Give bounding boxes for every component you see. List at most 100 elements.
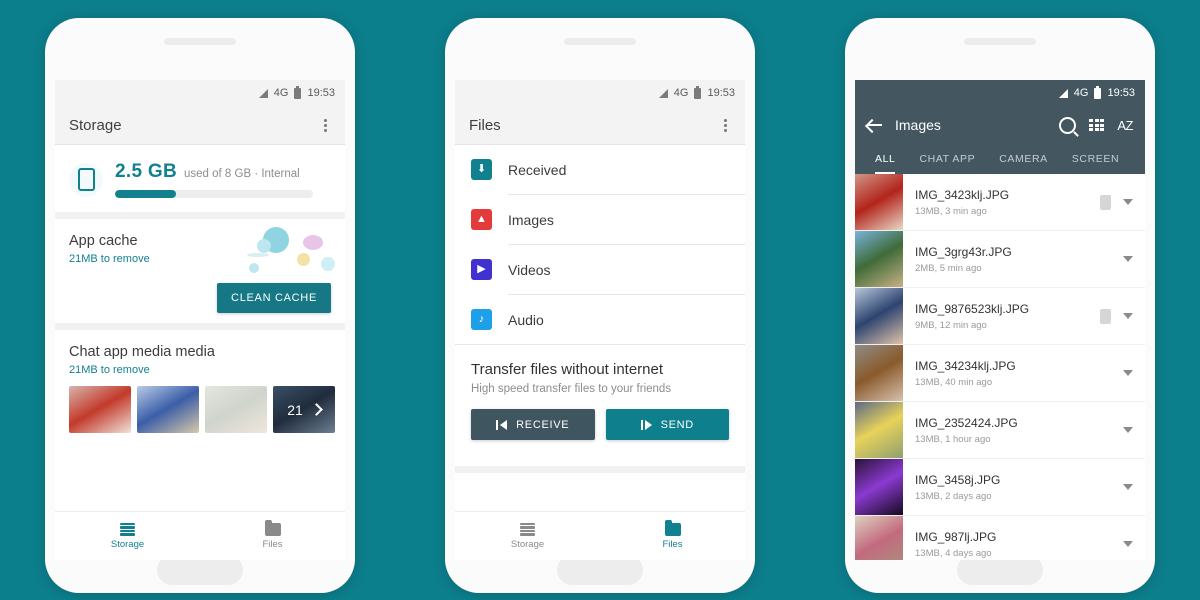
nav-label: Files (662, 538, 683, 550)
bottom-navigation: Storage Files (455, 511, 745, 560)
image-file-meta: 13MB, 3 min ago (915, 205, 987, 217)
image-thumbnail[interactable] (855, 288, 903, 344)
list-icon (520, 522, 535, 536)
chevron-down-icon[interactable] (1123, 427, 1133, 433)
storage-summary-card: 2.5 GB used of 8 GB · Internal (55, 145, 345, 212)
more-media-count: 21 (287, 401, 303, 418)
nav-label: Storage (110, 538, 145, 550)
thumb-hands-white[interactable] (205, 386, 267, 433)
image-list-row[interactable]: IMG_3grg43r.JPG 2MB, 5 min ago (855, 231, 1145, 288)
battery-icon (1094, 85, 1102, 99)
nav-item-files[interactable]: Files (600, 512, 745, 560)
section-divider (55, 212, 345, 219)
phone3-screen: 4G 19:53 Images AZ ALL CHAT APP CAMERA SCRE… (855, 80, 1145, 560)
app-bar: Files (455, 106, 745, 144)
image-file-meta: 9MB, 12 min ago (915, 319, 987, 331)
network-label: 4G (1073, 87, 1089, 99)
tab-all[interactable]: ALL (863, 144, 907, 174)
phone-speaker (564, 38, 636, 45)
storage-row: 2.5 GB used of 8 GB · Internal (55, 145, 345, 212)
image-file-name: IMG_987lj.JPG (915, 529, 997, 544)
nav-item-storage[interactable]: Storage (55, 512, 200, 560)
grid-view-icon[interactable] (1089, 119, 1105, 131)
receive-button[interactable]: RECEIVE (471, 409, 595, 440)
image-meta: IMG_3grg43r.JPG 2MB, 5 min ago (903, 245, 1123, 274)
chat-media-title: Chat app media media (69, 344, 215, 360)
page-title: Storage (69, 116, 122, 134)
app-bar: Storage (55, 106, 345, 144)
overflow-menu-icon[interactable] (320, 115, 331, 136)
chevron-down-icon[interactable] (1123, 199, 1133, 205)
more-media-overlay: 21 (273, 386, 335, 433)
image-list-row[interactable]: IMG_987lj.JPG 13MB, 4 days ago (855, 516, 1145, 560)
image-thumbnail[interactable] (855, 402, 903, 458)
chat-media-thumb-strip: 21 (69, 386, 335, 433)
image-thumbnail[interactable] (855, 516, 903, 560)
page-title: Images (895, 117, 941, 133)
image-meta: IMG_34234klj.JPG 13MB, 40 min ago (903, 359, 1123, 388)
file-category-label: Images (508, 211, 554, 228)
signal-icon (1058, 88, 1068, 98)
sort-az-icon[interactable]: AZ (1117, 118, 1133, 133)
storage-detail: used of 8 GB · Internal (184, 168, 300, 180)
images-file-list[interactable]: IMG_3423klj.JPG 13MB, 3 min ago IMG_3grg43… (855, 174, 1145, 560)
file-category-images[interactable]: ▲ Images (455, 195, 745, 244)
thumb-night-crowd[interactable]: 21 (273, 386, 335, 433)
tab-screen[interactable]: SCREEN (1060, 144, 1131, 174)
received-icon: ⬇ (471, 159, 492, 180)
thumb-person-blue[interactable] (137, 386, 199, 433)
image-meta: IMG_987lj.JPG 13MB, 4 days ago (903, 530, 1123, 559)
app-cache-card: App cache 21MB to remove CLEAN CACHE (55, 219, 345, 323)
search-icon[interactable] (1059, 116, 1077, 134)
chevron-down-icon[interactable] (1123, 256, 1133, 262)
phone-images: 4G 19:53 Images AZ ALL CHAT APP CAMERA SCRE… (845, 18, 1155, 593)
send-button-label: SEND (660, 418, 694, 431)
chevron-down-icon[interactable] (1123, 370, 1133, 376)
image-file-meta: 13MB, 1 hour ago (915, 433, 991, 445)
chat-media-subtitle: 21MB to remove (69, 364, 150, 376)
image-list-row[interactable]: IMG_2352424.JPG 13MB, 1 hour ago (855, 402, 1145, 459)
image-file-meta: 13MB, 2 days ago (915, 490, 992, 502)
image-list-row[interactable]: IMG_34234klj.JPG 13MB, 40 min ago (855, 345, 1145, 402)
nav-item-storage[interactable]: Storage (455, 512, 600, 560)
image-thumbnail[interactable] (855, 174, 903, 230)
file-category-videos[interactable]: ▶ Videos (455, 245, 745, 294)
image-list-row[interactable]: IMG_3458j.JPG 13MB, 2 days ago (855, 459, 1145, 516)
image-thumbnail[interactable] (855, 231, 903, 287)
chevron-down-icon[interactable] (1123, 484, 1133, 490)
page-title: Files (469, 116, 501, 134)
tab-chat-app[interactable]: CHAT APP (907, 144, 987, 174)
phone1-screen: 4G 19:53 Storage 2.5 GB used of 8 GB · I… (55, 80, 345, 560)
tab-camera[interactable]: CAMERA (987, 144, 1060, 174)
network-label: 4G (673, 87, 689, 99)
image-thumbnail[interactable] (855, 459, 903, 515)
send-button[interactable]: SEND (605, 409, 729, 440)
chevron-right-icon (309, 403, 323, 416)
file-category-audio[interactable]: ♪ Audio (455, 295, 745, 344)
image-file-name: IMG_34234klj.JPG (915, 358, 1016, 373)
image-list-row[interactable]: IMG_9876523klj.JPG 9MB, 12 min ago (855, 288, 1145, 345)
overflow-menu-icon[interactable] (720, 115, 731, 136)
chevron-down-icon[interactable] (1123, 313, 1133, 319)
image-meta: IMG_3423klj.JPG 13MB, 3 min ago (903, 188, 1100, 217)
network-label: 4G (273, 87, 289, 99)
folder-icon (264, 519, 281, 536)
status-bar: 4G 19:53 (855, 80, 1145, 106)
image-list-row[interactable]: IMG_3423klj.JPG 13MB, 3 min ago (855, 174, 1145, 231)
section-divider-2 (55, 323, 345, 330)
sd-card-icon (1100, 308, 1111, 324)
sd-card-icon (1100, 194, 1111, 210)
image-thumbnail[interactable] (855, 345, 903, 401)
list-icon (120, 522, 135, 536)
file-category-received[interactable]: ⬇ Received (455, 145, 745, 194)
nav-item-files[interactable]: Files (200, 512, 345, 560)
back-arrow-icon[interactable] (867, 118, 882, 133)
chevron-down-icon[interactable] (1123, 541, 1133, 547)
transfer-card: Transfer files without internet High spe… (455, 345, 745, 454)
image-file-name: IMG_3grg43r.JPG (915, 244, 1012, 259)
image-file-name: IMG_3423klj.JPG (915, 187, 1010, 202)
clean-cache-button[interactable]: CLEAN CACHE (217, 283, 331, 313)
nav-label: Files (262, 538, 283, 550)
bottom-navigation: Storage Files (55, 511, 345, 560)
thumb-rose-hand[interactable] (69, 386, 131, 433)
